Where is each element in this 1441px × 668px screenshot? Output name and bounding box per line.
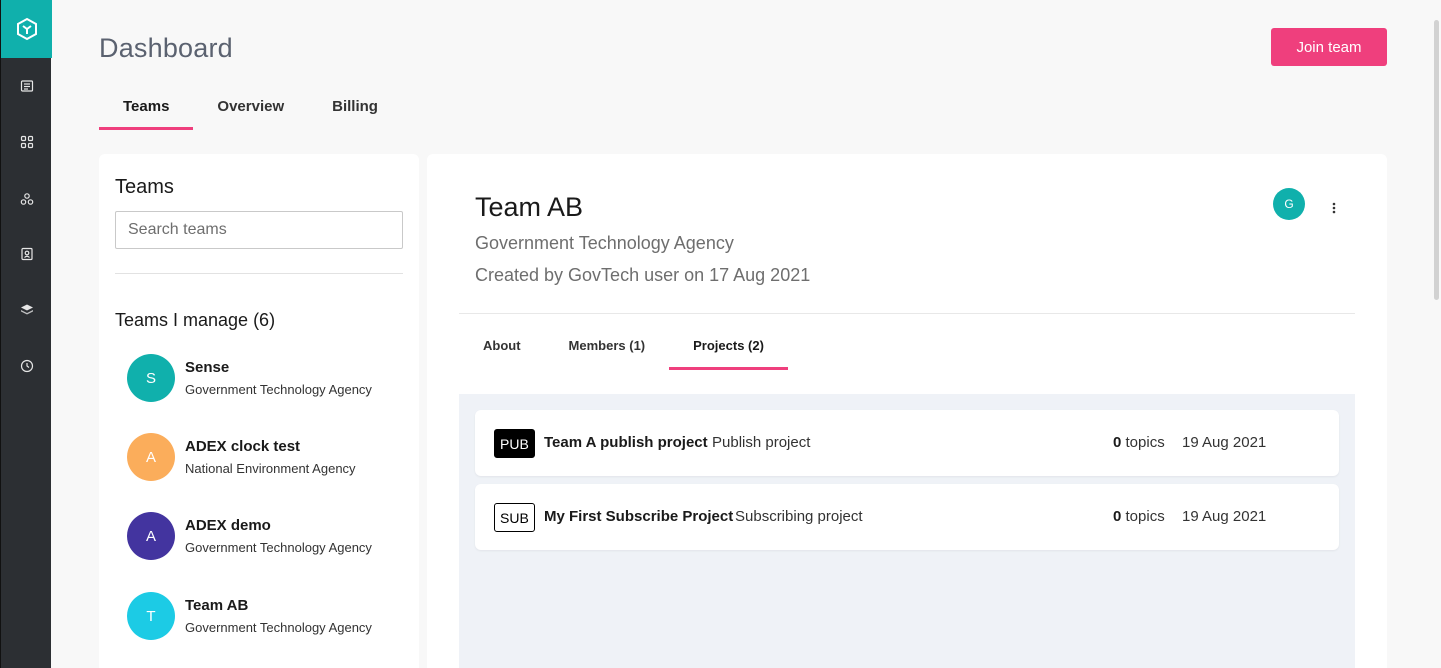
tab-billing[interactable]: Billing (308, 88, 402, 130)
team-agency: National Environment Agency (185, 461, 356, 476)
network-icon[interactable] (1, 187, 52, 211)
tab-overview[interactable]: Overview (193, 88, 308, 130)
tab-teams[interactable]: Teams (99, 88, 194, 130)
teams-panel-title: Teams (115, 176, 174, 198)
logo-icon[interactable] (1, 0, 52, 58)
topics-count: 0 (1113, 508, 1122, 525)
project-date: 19 Aug 2021 (1182, 508, 1267, 525)
team-name: Team AB (185, 597, 249, 614)
team-title: Team AB (475, 192, 584, 222)
search-teams-input[interactable] (115, 211, 403, 249)
sidebar (0, 0, 52, 668)
avatar: A (127, 512, 175, 560)
project-name: Team A publish project (544, 434, 708, 451)
divider (459, 313, 1355, 314)
tab-members[interactable]: Members (1) (545, 328, 670, 370)
project-type-badge: PUB (494, 429, 535, 458)
member-avatar[interactable]: G (1273, 188, 1305, 220)
team-name: Sense (185, 359, 230, 376)
project-type-badge: SUB (494, 503, 535, 532)
page-scrollbar[interactable] (1434, 20, 1439, 300)
teams-i-manage-heading: Teams I manage (6) (115, 310, 276, 330)
project-card[interactable]: PUB Team A publish project Publish proje… (475, 410, 1339, 476)
team-detail-tabs: About Members (1) Projects (2) (459, 328, 788, 370)
more-options-icon[interactable] (1325, 196, 1343, 220)
team-agency: Government Technology Agency (185, 620, 372, 635)
clock-icon[interactable] (1, 354, 52, 378)
team-list-item[interactable]: A ADEX clock test National Environment A… (127, 433, 397, 483)
team-name: ADEX clock test (185, 438, 301, 455)
avatar: T (127, 592, 175, 640)
team-agency: Government Technology Agency (185, 540, 372, 555)
team-list-item[interactable]: S Sense Government Technology Agency (127, 354, 397, 404)
project-date: 19 Aug 2021 (1182, 434, 1267, 451)
project-description: Subscribing project (735, 508, 863, 525)
avatar: S (127, 354, 175, 402)
team-agency: Government Technology Agency (185, 382, 372, 397)
main-tabs: Teams Overview Billing (99, 88, 402, 130)
app-root: Dashboard Join team Teams Overview Billi… (0, 0, 1441, 668)
team-detail-panel: Team AB Government Technology Agency Cre… (427, 154, 1387, 668)
contact-card-icon[interactable] (1, 242, 52, 266)
project-topics: 0 topics (1113, 508, 1165, 525)
tab-about[interactable]: About (459, 328, 545, 370)
team-name: ADEX demo (185, 517, 271, 534)
project-description: Publish project (712, 434, 811, 451)
join-team-button[interactable]: Join team (1271, 28, 1387, 66)
page-title: Dashboard (99, 33, 233, 63)
avatar: A (127, 433, 175, 481)
topics-label: topics (1125, 434, 1165, 451)
team-list-item[interactable]: T Team AB Government Technology Agency (127, 592, 397, 642)
team-list-item[interactable]: A ADEX demo Government Technology Agency (127, 512, 397, 562)
projects-list: PUB Team A publish project Publish proje… (459, 394, 1355, 668)
topics-label: topics (1125, 508, 1165, 525)
grid-icon[interactable] (1, 130, 52, 154)
tab-projects[interactable]: Projects (2) (669, 328, 788, 370)
team-agency: Government Technology Agency (475, 233, 734, 253)
team-created-info: Created by GovTech user on 17 Aug 2021 (475, 265, 811, 285)
news-icon[interactable] (1, 74, 52, 98)
layers-icon[interactable] (1, 298, 52, 322)
project-card[interactable]: SUB My First Subscribe Project Subscribi… (475, 484, 1339, 550)
project-name: My First Subscribe Project (544, 508, 734, 525)
teams-panel: Teams Teams I manage (6) S Sense Governm… (99, 154, 419, 668)
divider (115, 273, 403, 274)
project-topics: 0 topics (1113, 434, 1165, 451)
topics-count: 0 (1113, 434, 1122, 451)
